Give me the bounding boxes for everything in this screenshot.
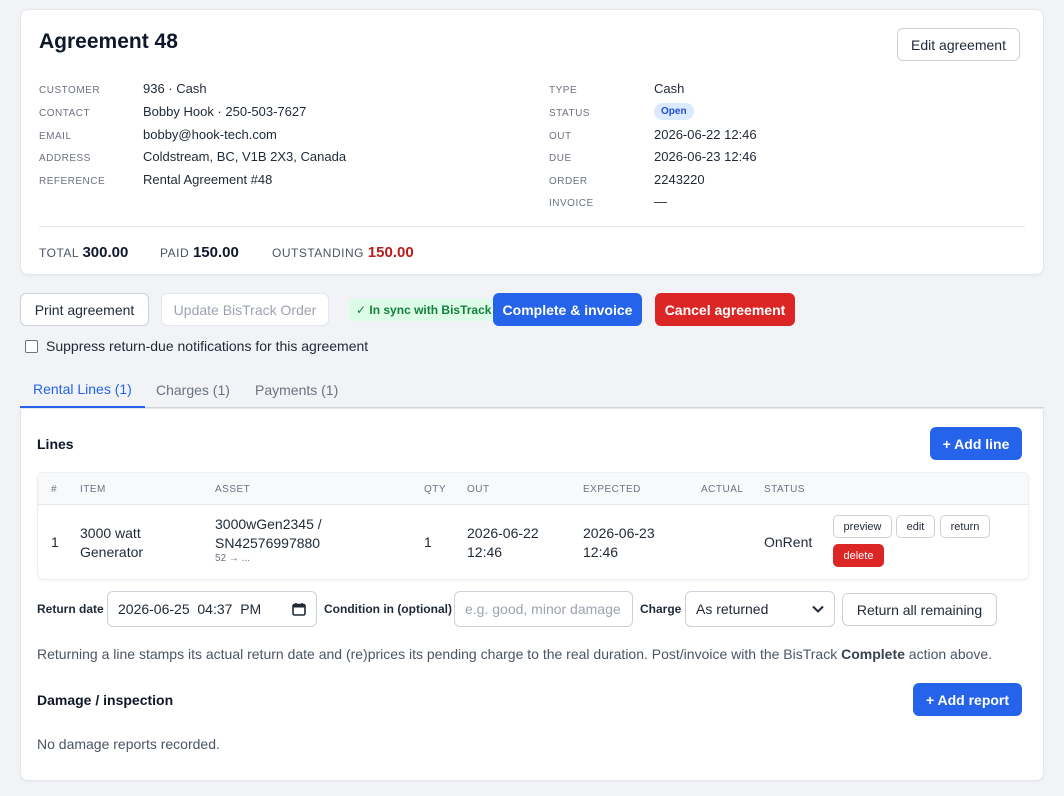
condition-label: Condition in (optional) [324,602,452,616]
tab-payments[interactable]: Payments (1) [242,372,351,408]
row-qty: 1 [424,534,432,550]
row-item-line2: Generator [80,544,144,560]
row-asset-line1: 3000wGen2345 / [215,516,322,532]
due-value: 2026-06-23 12:46 [654,149,757,164]
charge-select-value: As returned [696,601,769,617]
type-label: TYPE [549,85,578,96]
reference-value: Rental Agreement #48 [143,172,273,187]
add-report-button[interactable]: + Add report [913,683,1022,716]
status-label: STATUS [549,108,590,119]
col-header-asset: ASSET [215,484,251,495]
suppress-notifications-checkbox[interactable] [25,339,38,353]
return-line-button[interactable]: return [940,515,990,538]
charge-label: Charge [640,602,682,616]
condition-input[interactable]: e.g. good, minor damage [454,591,633,627]
order-label: ORDER [549,176,588,187]
print-agreement-button[interactable]: Print agreement [20,293,149,326]
lines-heading: Lines [37,436,74,452]
row-expected-time: 12:46 [583,544,619,560]
table-header: # ITEM ASSET QTY OUT EXPECTED ACTUAL STA… [38,473,1028,505]
total-summary: TOTAL 300.00 [39,244,128,261]
total-label: TOTAL [39,246,79,260]
return-date-value: 2026-06-25 04:37 PM [118,601,262,617]
email-value: bobby@hook-tech.com [143,127,277,142]
complete-invoice-button[interactable]: Complete & invoice [493,293,642,326]
cancel-agreement-button[interactable]: Cancel agreement [655,293,795,326]
out-label: OUT [549,131,572,142]
order-value: 2243220 [654,172,705,187]
return-help-note: Returning a line stamps its actual retur… [37,646,992,662]
col-header-item: ITEM [80,484,106,495]
note-text-after: action above. [904,646,993,662]
page-title: Agreement 48 [39,30,178,53]
suppress-notifications-row[interactable]: Suppress return-due notifications for th… [25,338,368,354]
contact-label: CONTACT [39,108,91,119]
condition-placeholder: e.g. good, minor damage [465,601,621,617]
row-out: 2026-06-22 12:46 [467,524,539,562]
calendar-icon[interactable] [292,602,306,616]
col-header-actual: ACTUAL [701,484,744,495]
paid-summary: PAID 150.00 [160,244,239,261]
outstanding-label: OUTSTANDING [272,246,364,260]
outstanding-value: 150.00 [367,244,414,261]
tab-rental-lines[interactable]: Rental Lines (1) [20,372,145,408]
status-badge: Open [654,103,694,120]
row-expected: 2026-06-23 12:46 [583,524,655,562]
agreement-summary-card: Agreement 48 Edit agreement CUSTOMER 936… [20,9,1044,275]
tab-bar: Rental Lines (1) Charges (1) Payments (1… [20,372,1044,408]
tab-charges[interactable]: Charges (1) [143,372,243,408]
return-date-input[interactable]: 2026-06-25 04:37 PM [107,591,317,627]
row-expected-date: 2026-06-23 [583,525,655,541]
paid-label: PAID [160,246,190,260]
col-header-status: STATUS [764,484,805,495]
note-text-before: Returning a line stamps its actual retur… [37,646,842,662]
note-text-bold: Complete [841,646,905,662]
address-value: Coldstream, BC, V1B 2X3, Canada [143,149,347,164]
invoice-label: INVOICE [549,198,594,209]
paid-value: 150.00 [192,244,239,261]
due-label: DUE [549,153,572,164]
divider [39,226,1025,227]
return-all-remaining-button[interactable]: Return all remaining [842,593,997,626]
email-label: EMAIL [39,131,72,142]
row-status: OnRent [764,534,813,550]
row-asset-line2: SN42576997880 [215,535,321,551]
bistrack-sync-badge: ✓ In sync with BisTrack [349,299,499,321]
charge-select[interactable]: As returned [685,591,835,627]
type-value: Cash [654,81,685,96]
suppress-notifications-label: Suppress return-due notifications for th… [46,338,369,354]
return-date-label: Return date [37,602,104,616]
row-asset-sub: 52 → ... [215,553,251,564]
row-asset[interactable]: 3000wGen2345 / SN42576997880 52 → ... [215,515,322,565]
customer-value: 936 · Cash [143,81,207,96]
preview-line-button[interactable]: preview [833,515,892,538]
row-item-line1: 3000 watt [80,525,141,541]
outstanding-summary: OUTSTANDING 150.00 [272,244,414,261]
damage-heading: Damage / inspection [37,692,174,708]
customer-label: CUSTOMER [39,85,101,96]
edit-agreement-button[interactable]: Edit agreement [897,28,1020,61]
row-out-date: 2026-06-22 [467,525,539,541]
address-label: ADDRESS [39,153,91,164]
reference-label: REFERENCE [39,176,106,187]
chevron-down-icon [812,605,824,613]
col-header-num: # [51,484,58,495]
add-line-button[interactable]: + Add line [930,427,1022,460]
delete-line-button[interactable]: delete [833,544,884,567]
contact-value: Bobby Hook · 250-503-7627 [143,104,307,119]
col-header-qty: QTY [424,484,447,495]
invoice-value: — [654,194,667,209]
col-header-expected: EXPECTED [583,484,641,495]
total-value: 300.00 [82,244,129,261]
col-header-out: OUT [467,484,490,495]
damage-empty-state: No damage reports recorded. [37,736,220,752]
update-bistrack-order-button[interactable]: Update BisTrack Order [161,293,329,326]
rental-lines-table: # ITEM ASSET QTY OUT EXPECTED ACTUAL STA… [37,472,1029,580]
row-out-time: 12:46 [467,544,503,560]
edit-line-button[interactable]: edit [896,515,935,538]
row-item: 3000 watt Generator [80,524,143,562]
out-value: 2026-06-22 12:46 [654,127,757,142]
row-num: 1 [51,534,59,550]
